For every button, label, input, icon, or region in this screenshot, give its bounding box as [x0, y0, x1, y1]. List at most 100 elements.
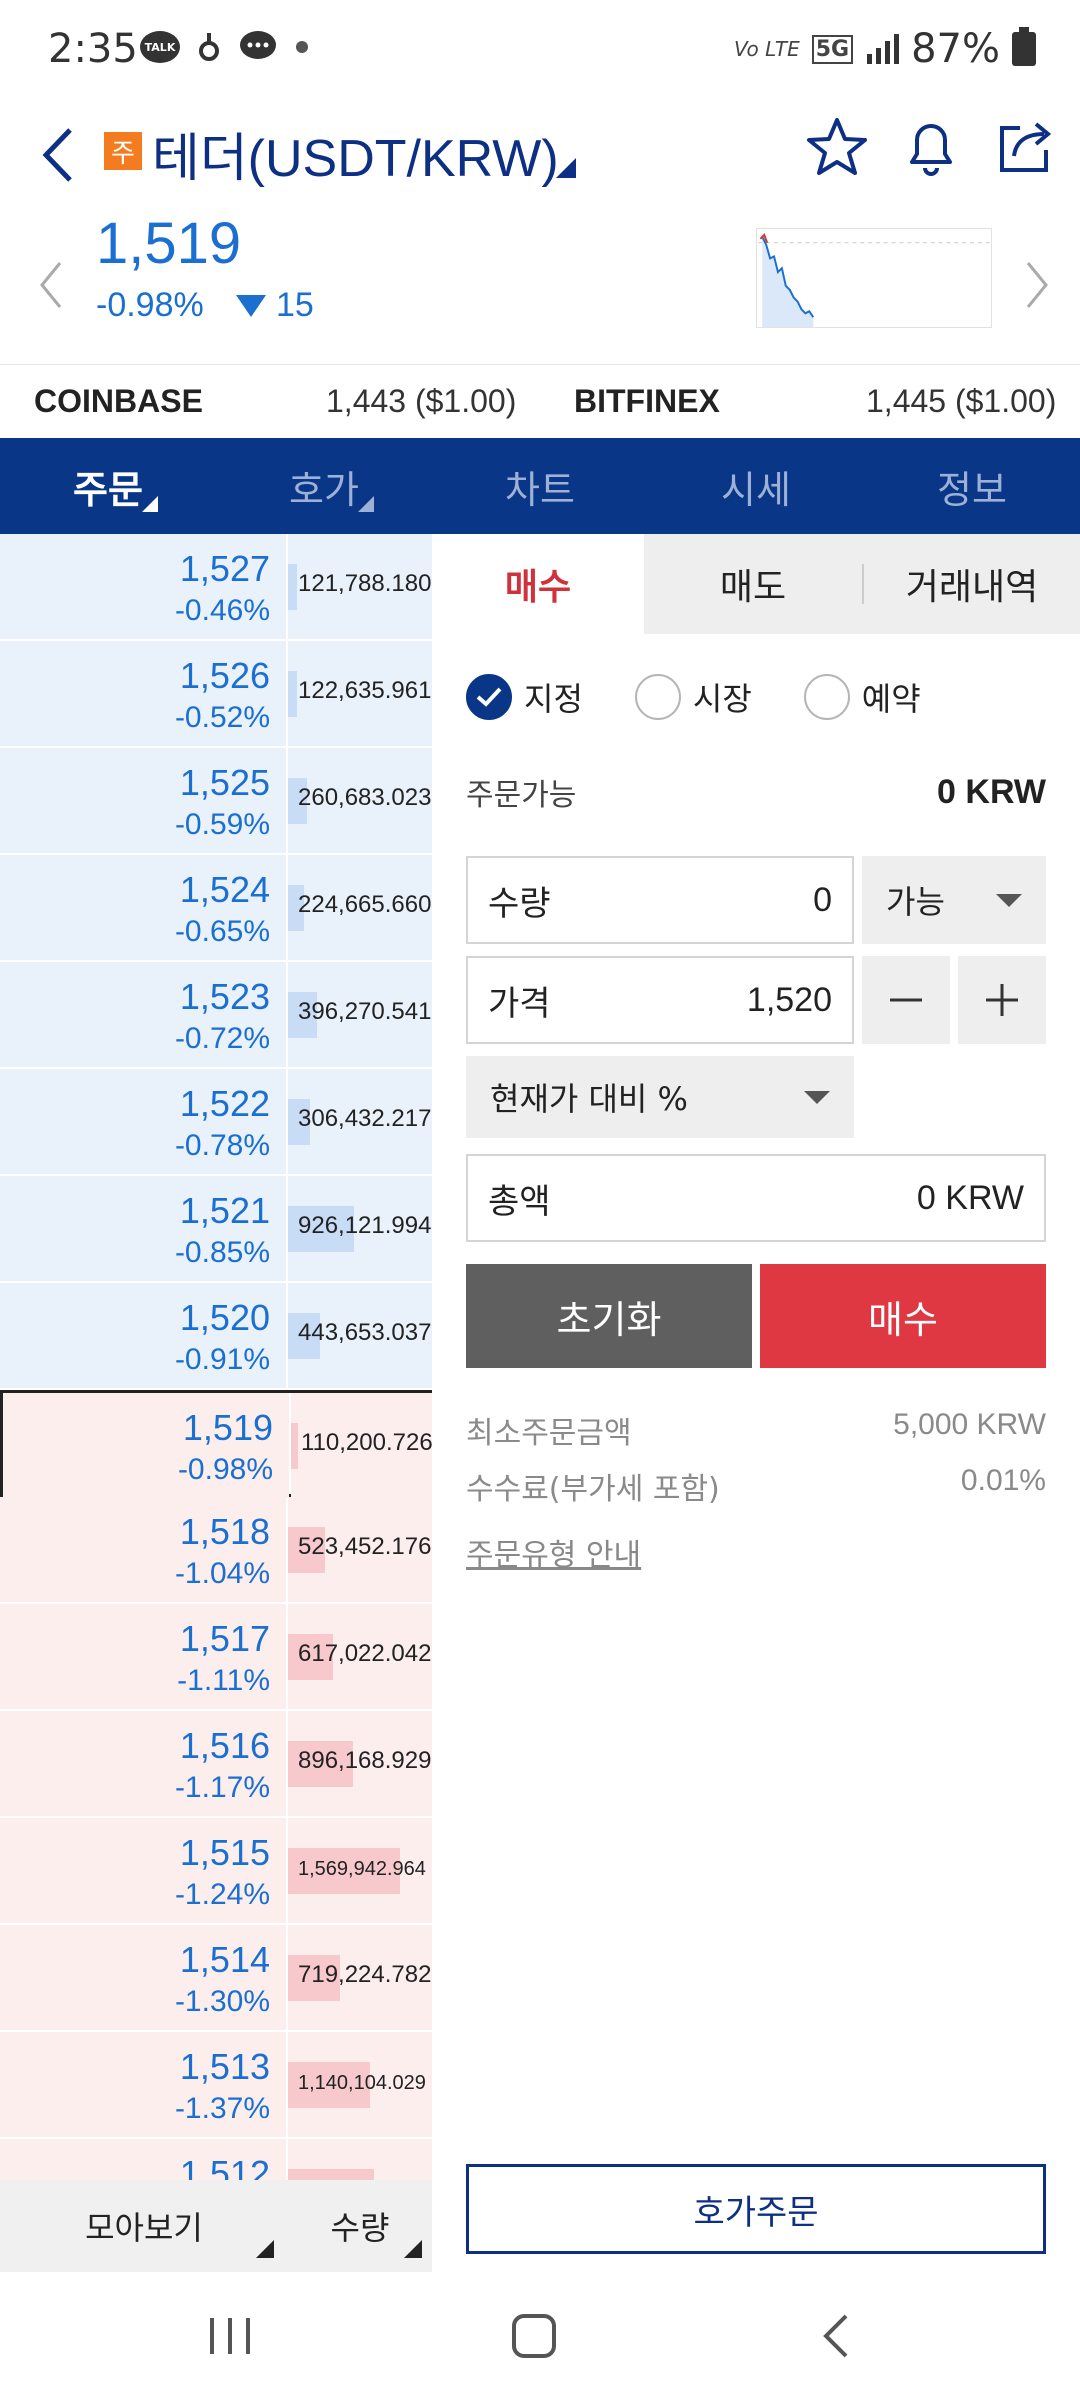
percent-select-label: 현재가 대비 %: [490, 1080, 688, 1118]
volume-cell[interactable]: 1,140,104.029: [288, 2032, 432, 2137]
reset-button[interactable]: 초기화: [466, 1264, 752, 1368]
mini-price-chart[interactable]: [756, 228, 992, 328]
price-cell[interactable]: 1,513 -1.37%: [0, 2032, 286, 2137]
back-icon[interactable]: [808, 2308, 868, 2364]
volume-cell[interactable]: 396,270.541: [288, 962, 432, 1067]
price-cell[interactable]: 1,520 -0.91%: [0, 1283, 286, 1388]
volume-cell[interactable]: 523,452.176: [288, 1497, 432, 1602]
bid-row[interactable]: 1,517 -1.11% 617,022.042: [0, 1604, 432, 1711]
ask-row[interactable]: 1,525 -0.59% 260,683.023: [0, 748, 432, 855]
star-icon[interactable]: [804, 114, 870, 180]
price-cell[interactable]: 1,518 -1.04%: [0, 1497, 286, 1602]
bid-row[interactable]: 1,518 -1.04% 523,452.176: [0, 1497, 432, 1604]
percent-select[interactable]: 현재가 대비 %: [466, 1056, 854, 1138]
recent-apps-icon[interactable]: [200, 2308, 260, 2364]
radio-unchecked-icon[interactable]: [634, 674, 681, 720]
price-cell[interactable]: 1,516 -1.17%: [0, 1711, 286, 1816]
price-cell[interactable]: 1,525 -0.59%: [0, 748, 286, 853]
price-cell[interactable]: 1,524 -0.65%: [0, 855, 286, 960]
volume-cell[interactable]: 443,653.037: [288, 1283, 432, 1388]
bell-icon[interactable]: [898, 114, 964, 180]
price-cell[interactable]: 1,515 -1.24%: [0, 1818, 286, 1923]
volume-cell[interactable]: 121,788.180: [288, 534, 432, 639]
price-cell[interactable]: 1,522 -0.78%: [0, 1069, 286, 1174]
price-cell[interactable]: 1,514 -1.30%: [0, 1925, 286, 2030]
ask-row[interactable]: 1,524 -0.65% 224,665.660: [0, 855, 432, 962]
price-field[interactable]: 가격 1,520: [466, 956, 854, 1044]
tab-orderbook[interactable]: 호가: [216, 438, 432, 534]
volume-cell[interactable]: 122,635.961: [288, 641, 432, 746]
order-type-limit[interactable]: 지정: [466, 674, 583, 720]
orderbook-volume: 260,683.023: [298, 784, 432, 811]
volume-cell[interactable]: 926,121.994: [288, 1176, 432, 1281]
volume-cell[interactable]: 719,224.782: [288, 1925, 432, 2030]
bid-row[interactable]: 1,513 -1.37% 1,140,104.029: [0, 2032, 432, 2139]
quantity-field[interactable]: 수량 0: [466, 856, 854, 944]
radio-unchecked-icon[interactable]: [803, 674, 850, 720]
price-increase-button[interactable]: [958, 956, 1046, 1044]
ask-row[interactable]: 1,527 -0.46% 121,788.180: [0, 534, 432, 641]
buy-button[interactable]: 매수: [760, 1264, 1046, 1368]
bid-row[interactable]: 1,516 -1.17% 896,168.929: [0, 1711, 432, 1818]
bid-row[interactable]: 1,519 -0.98% 110,200.726: [0, 1390, 432, 1498]
price-decrease-button[interactable]: [862, 956, 950, 1044]
quantity-select[interactable]: 가능: [862, 856, 1046, 944]
radio-checked-icon[interactable]: [466, 674, 512, 720]
ask-row[interactable]: 1,521 -0.85% 926,121.994: [0, 1176, 432, 1283]
orderbook-volume: 110,200.726: [301, 1429, 432, 1456]
volume-cell[interactable]: [288, 2139, 432, 2184]
total-field[interactable]: 총액 0 KRW: [466, 1154, 1046, 1242]
tab-history[interactable]: 거래내역: [864, 534, 1080, 634]
signal-strength-icon: [867, 34, 900, 64]
ask-row[interactable]: 1,526 -0.52% 122,635.961: [0, 641, 432, 748]
price-cell[interactable]: 1,512: [0, 2139, 286, 2184]
ask-row[interactable]: 1,523 -0.72% 396,270.541: [0, 962, 432, 1069]
ask-row[interactable]: 1,520 -0.91% 443,653.037: [0, 1283, 432, 1390]
bid-row[interactable]: 1,514 -1.30% 719,224.782: [0, 1925, 432, 2032]
app-header: 주 테더(USDT/KRW): [0, 100, 1080, 210]
tab-buy[interactable]: 매수: [432, 534, 644, 634]
group-view-button[interactable]: 모아보기: [0, 2180, 288, 2272]
orderbook-change-percent: -0.59%: [174, 808, 270, 841]
quantity-view-button[interactable]: 수량: [288, 2180, 432, 2272]
share-icon[interactable]: [992, 114, 1058, 180]
tab-label: 호가: [289, 467, 359, 512]
volume-cell[interactable]: 110,200.726: [291, 1393, 432, 1498]
orderbook-order-button[interactable]: 호가주문: [466, 2164, 1046, 2254]
volume-cell[interactable]: 306,432.217: [288, 1069, 432, 1174]
volume-cell[interactable]: 224,665.660: [288, 855, 432, 960]
price-cell[interactable]: 1,526 -0.52%: [0, 641, 286, 746]
order-type-market[interactable]: 시장: [634, 674, 752, 720]
bid-row[interactable]: 1,512: [0, 2139, 432, 2184]
tab-sell[interactable]: 매도: [644, 534, 862, 634]
coin-title[interactable]: 테더(USDT/KRW): [152, 116, 559, 191]
volume-cell[interactable]: 617,022.042: [288, 1604, 432, 1709]
next-coin-icon[interactable]: [1022, 255, 1052, 315]
price-cell[interactable]: 1,527 -0.46%: [0, 534, 286, 639]
price-cell[interactable]: 1,521 -0.85%: [0, 1176, 286, 1281]
home-icon[interactable]: [504, 2308, 564, 2364]
tab-chart[interactable]: 차트: [432, 438, 648, 534]
orderbook-volume: 926,121.994: [298, 1212, 432, 1239]
prev-coin-icon[interactable]: [36, 255, 66, 315]
coin-select-indicator[interactable]: [556, 158, 576, 178]
back-arrow-icon[interactable]: [36, 120, 86, 190]
bid-row[interactable]: 1,515 -1.24% 1,569,942.964: [0, 1818, 432, 1925]
price-cell[interactable]: 1,517 -1.11%: [0, 1604, 286, 1709]
price-cell[interactable]: 1,523 -0.72%: [0, 962, 286, 1067]
order-type-guide-link[interactable]: 주문유형 안내: [466, 1530, 641, 1574]
orderbook[interactable]: 1,527 -0.46% 121,788.180 1,526 -0.52% 122,635…: [0, 534, 432, 2184]
ask-row[interactable]: 1,522 -0.78% 306,432.217: [0, 1069, 432, 1176]
volume-cell[interactable]: 260,683.023: [288, 748, 432, 853]
order-type-reserved[interactable]: 예약: [803, 674, 921, 720]
volume-cell[interactable]: 896,168.929: [288, 1711, 432, 1816]
tab-order[interactable]: 주문: [0, 438, 216, 534]
exchange-value: 1,445 ($1.00): [866, 383, 1057, 419]
price-cell[interactable]: 1,519 -0.98%: [3, 1393, 289, 1498]
orderbook-volume: 396,270.541: [298, 998, 432, 1025]
tab-info[interactable]: 정보: [864, 438, 1080, 534]
min-order-value: 5,000 KRW: [893, 1408, 1046, 1441]
tab-market[interactable]: 시세: [648, 438, 864, 534]
volume-cell[interactable]: 1,569,942.964: [288, 1818, 432, 1923]
orderbook-change-percent: -0.91%: [174, 1343, 270, 1376]
